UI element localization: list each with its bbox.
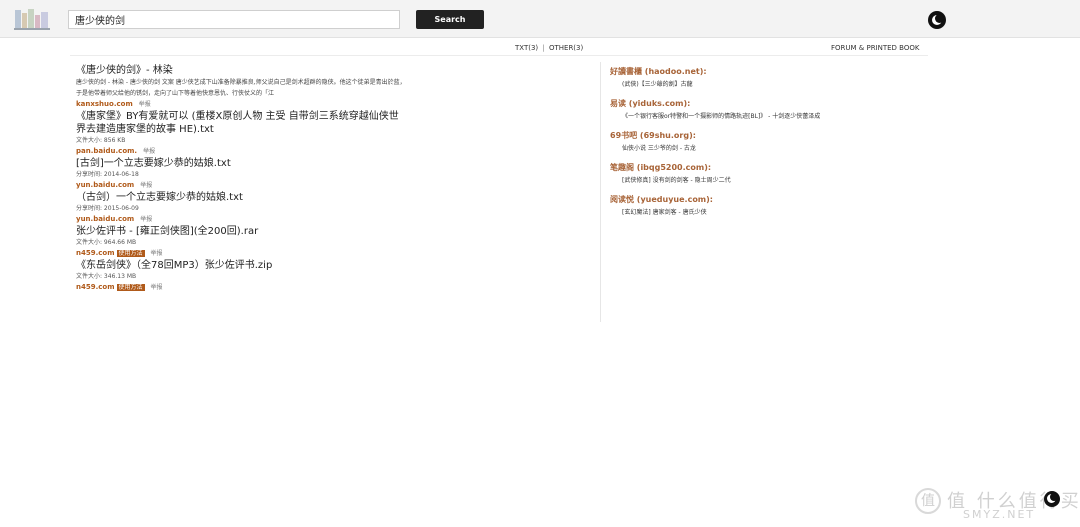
search-button[interactable]: Search: [416, 10, 484, 29]
result-title[interactable]: 《唐少侠的剑》- 林染: [76, 64, 406, 77]
result-source-line: yun.baidu.com 举报: [76, 180, 406, 191]
result-item: 张少佐评书 - [雍正剑侠图](全200回).rar 文件大小: 964.66 …: [76, 225, 406, 259]
site-heading[interactable]: 笔趣阁 (ibqg5200.com):: [610, 162, 930, 174]
site-result[interactable]: [玄幻魔法] 唐家剑客 - 唐氏少侠: [610, 206, 930, 220]
result-item: （古剑）一个立志要嫁少恭的姑娘.txt 分享时间: 2015-06-09 yun…: [76, 191, 406, 225]
filter-txt[interactable]: TXT(3): [515, 44, 538, 52]
site-result[interactable]: 仙侠小说 三少爷的剑 - 古龙: [610, 142, 930, 156]
filter-other[interactable]: OTHER(3): [549, 44, 583, 52]
result-title[interactable]: 《东岳剑侠》（全78回MP3）张少佐评书.zip: [76, 259, 406, 272]
result-meta: 文件大小: 964.66 MB: [76, 239, 137, 246]
zhi-logo-icon: 值: [915, 488, 941, 514]
usage-badge[interactable]: 使用方法: [116, 284, 145, 291]
watermark-subtext: SMYZ.NET: [963, 508, 1036, 521]
site-heading[interactable]: 易读 (yiduks.com):: [610, 98, 930, 110]
report-link[interactable]: 举报: [143, 148, 155, 155]
result-source-line: yun.baidu.com 举报: [76, 214, 406, 225]
result-source[interactable]: kanxshuo.com: [76, 100, 133, 108]
result-source-line: pan.baidu.com. 举报: [76, 146, 406, 157]
moon-cutout: [935, 14, 944, 23]
usage-badge[interactable]: 使用方法: [116, 250, 145, 257]
result-title[interactable]: 张少佐评书 - [雍正剑侠图](全200回).rar: [76, 225, 406, 238]
column-divider: [600, 62, 601, 322]
result-source[interactable]: n459.com: [76, 249, 115, 257]
site-result[interactable]: [武侠修真] 没有剑的剑客 - 隐士周少二代: [610, 174, 930, 188]
result-source[interactable]: n459.com: [76, 283, 115, 291]
report-link[interactable]: 举报: [140, 182, 152, 189]
site-sidebar: 好讀書櫃 (haodoo.net): (武俠)【三少爺的劍】古龍 易读 (yid…: [610, 66, 930, 226]
result-title[interactable]: 《唐家堡》BY有爱就可以 (重楼X原创人物 主受 自带剑三系统穿越仙侠世界去建造…: [76, 110, 406, 136]
report-link[interactable]: 举报: [151, 250, 163, 257]
result-source-line: kanxshuo.com 举报: [76, 99, 406, 110]
result-item: 《东岳剑侠》（全78回MP3）张少佐评书.zip 文件大小: 346.13 MB…: [76, 259, 406, 293]
report-link[interactable]: 举报: [151, 284, 163, 291]
header-divider: [70, 55, 928, 56]
result-source-line: n459.com 使用方法 举报: [76, 282, 406, 293]
forum-printed-book-link[interactable]: FORUM & PRINTED BOOK: [831, 44, 919, 52]
result-title[interactable]: （古剑）一个立志要嫁少恭的姑娘.txt: [76, 191, 406, 204]
result-source-line: n459.com 使用方法 举报: [76, 248, 406, 259]
report-link[interactable]: 举报: [140, 216, 152, 223]
results-list: 《唐少侠的剑》- 林染 唐少侠的剑 - 林染 - 唐少侠的剑 文案 唐少侠艺成下…: [76, 64, 406, 293]
result-meta: 文件大小: 856 KB: [76, 137, 126, 144]
site-result[interactable]: (武俠)【三少爺的劍】古龍: [610, 78, 930, 92]
moon-icon[interactable]: [1044, 491, 1060, 507]
report-link[interactable]: 举报: [139, 101, 151, 108]
top-bar: Search: [0, 0, 1080, 38]
result-title[interactable]: [古剑]一个立志要嫁少恭的姑娘.txt: [76, 157, 406, 170]
result-meta: 分享时间: 2014-06-18: [76, 171, 139, 178]
result-item: [古剑]一个立志要嫁少恭的姑娘.txt 分享时间: 2014-06-18 yun…: [76, 157, 406, 191]
result-meta: 分享时间: 2015-06-09: [76, 205, 139, 212]
result-item: 《唐少侠的剑》- 林染 唐少侠的剑 - 林染 - 唐少侠的剑 文案 唐少侠艺成下…: [76, 64, 406, 110]
result-meta: 文件大小: 346.13 MB: [76, 273, 137, 280]
site-heading[interactable]: 阅读悦 (yueduyue.com):: [610, 194, 930, 206]
site-heading[interactable]: 69书吧 (69shu.org):: [610, 130, 930, 142]
filter-separator: |: [542, 44, 545, 52]
moon-cutout: [1050, 493, 1058, 501]
result-item: 《唐家堡》BY有爱就可以 (重楼X原创人物 主受 自带剑三系统穿越仙侠世界去建造…: [76, 110, 406, 157]
result-source[interactable]: pan.baidu.com.: [76, 147, 137, 155]
result-source[interactable]: yun.baidu.com: [76, 181, 134, 189]
search-input[interactable]: [68, 10, 400, 29]
site-result[interactable]: 《一个银行客服or特警和一个摄影师的情路轨迹[BL]》 - 十剑逐少侠蕾泽成: [610, 110, 930, 124]
result-snippet: 唐少侠的剑 - 林染 - 唐少侠的剑 文案 唐少侠艺成下山准备除暴推良,师父说自…: [76, 79, 406, 97]
moon-icon[interactable]: [928, 11, 946, 29]
site-heading[interactable]: 好讀書櫃 (haodoo.net):: [610, 66, 930, 78]
bookshelf-logo-icon[interactable]: [14, 8, 50, 30]
result-source[interactable]: yun.baidu.com: [76, 215, 134, 223]
type-filters: TXT(3) | OTHER(3): [515, 44, 583, 52]
